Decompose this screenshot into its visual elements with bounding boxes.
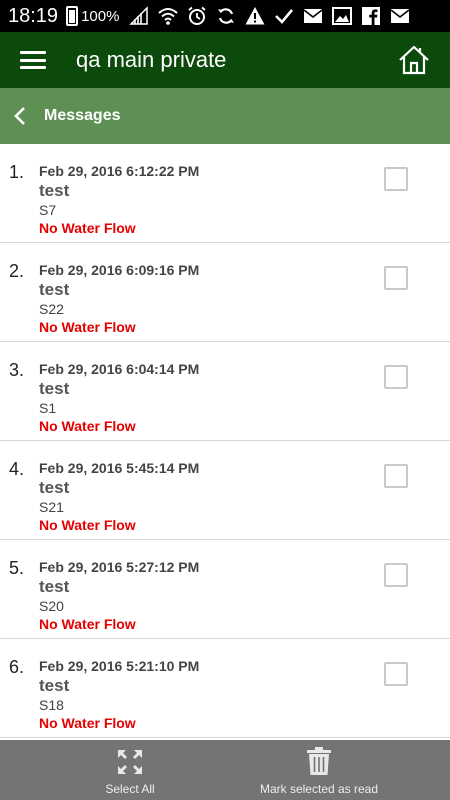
app-bar: qa main private: [0, 32, 450, 88]
message-sensor: S21: [39, 499, 64, 515]
message-alert: No Water Flow: [39, 715, 136, 731]
battery-icon: [66, 6, 79, 26]
wifi-icon: [158, 6, 179, 26]
page-title: Messages: [44, 107, 121, 124]
select-checkbox[interactable]: [384, 464, 408, 488]
notification-icons: [129, 6, 410, 26]
item-number: 2.: [9, 261, 25, 281]
select-checkbox[interactable]: [384, 167, 408, 191]
message-alert: No Water Flow: [39, 220, 136, 236]
message-alert: No Water Flow: [39, 616, 136, 632]
select-checkbox[interactable]: [384, 662, 408, 686]
trash-icon: [307, 747, 331, 775]
item-number: 5.: [9, 558, 25, 578]
message-title: test: [39, 379, 70, 398]
select-checkbox[interactable]: [384, 563, 408, 587]
select-checkbox[interactable]: [384, 266, 408, 290]
list-item[interactable]: 2. Feb 29, 2016 6:09:16 PM test S22 No W…: [0, 243, 450, 342]
battery-percent: 100%: [81, 7, 120, 25]
message-title: test: [39, 577, 70, 596]
mark-read-label: Mark selected as read: [259, 782, 379, 796]
home-icon: [399, 45, 429, 75]
check-icon: [274, 6, 294, 26]
app-title: qa main private: [76, 47, 227, 72]
message-timestamp: Feb 29, 2016 5:45:14 PM: [39, 460, 200, 476]
message-sensor: S1: [39, 400, 57, 416]
mail-icon: [303, 6, 323, 26]
message-sensor: S20: [39, 598, 64, 614]
message-alert: No Water Flow: [39, 319, 136, 335]
message-timestamp: Feb 29, 2016 5:27:12 PM: [39, 559, 200, 575]
signal-icon: [129, 6, 149, 26]
message-sensor: S7: [39, 202, 57, 218]
message-title: test: [39, 676, 70, 695]
hamburger-icon: [20, 51, 46, 69]
item-number: 6.: [9, 657, 25, 677]
warning-icon: [245, 6, 265, 26]
menu-button[interactable]: [4, 32, 62, 88]
message-list[interactable]: 1. Feb 29, 2016 6:12:22 PM test S7 No Wa…: [0, 144, 450, 740]
list-item[interactable]: 6. Feb 29, 2016 5:21:10 PM test S18 No W…: [0, 639, 450, 738]
list-item[interactable]: 3. Feb 29, 2016 6:04:14 PM test S1 No Wa…: [0, 342, 450, 441]
select-checkbox[interactable]: [384, 365, 408, 389]
back-button[interactable]: [2, 88, 38, 144]
message-timestamp: Feb 29, 2016 6:09:16 PM: [39, 262, 200, 278]
select-all-button[interactable]: Select All: [70, 740, 190, 800]
list-item[interactable]: 4. Feb 29, 2016 5:45:14 PM test S21 No W…: [0, 441, 450, 540]
chevron-left-icon: [14, 107, 25, 125]
message-title: test: [39, 478, 70, 497]
item-number: 3.: [9, 360, 25, 380]
message-sensor: S22: [39, 301, 64, 317]
status-time: 18:19: [8, 4, 59, 27]
item-number: 1.: [9, 162, 25, 182]
mark-read-button[interactable]: Mark selected as read: [244, 740, 394, 800]
message-alert: No Water Flow: [39, 517, 136, 533]
mail-icon: [390, 6, 410, 26]
list-item[interactable]: 1. Feb 29, 2016 6:12:22 PM test S7 No Wa…: [0, 144, 450, 243]
sync-icon: [216, 6, 236, 26]
home-button[interactable]: [386, 32, 442, 88]
message-timestamp: Feb 29, 2016 6:12:22 PM: [39, 163, 200, 179]
message-timestamp: Feb 29, 2016 6:04:14 PM: [39, 361, 200, 377]
expand-arrows-icon: [118, 750, 142, 774]
select-all-label: Select All: [105, 782, 155, 796]
bottom-action-bar: Select All Mark selected as read: [0, 740, 450, 800]
message-timestamp: Feb 29, 2016 5:21:10 PM: [39, 658, 200, 674]
alarm-icon: [187, 6, 207, 26]
item-number: 4.: [9, 459, 25, 479]
messages-header: Messages: [0, 88, 450, 144]
image-icon: [332, 6, 353, 26]
message-title: test: [39, 181, 70, 200]
message-alert: No Water Flow: [39, 418, 136, 434]
status-bar: 18:19 100%: [0, 0, 450, 32]
message-sensor: S18: [39, 697, 64, 713]
list-item[interactable]: 5. Feb 29, 2016 5:27:12 PM test S20 No W…: [0, 540, 450, 639]
facebook-icon: [361, 6, 381, 26]
message-title: test: [39, 280, 70, 299]
